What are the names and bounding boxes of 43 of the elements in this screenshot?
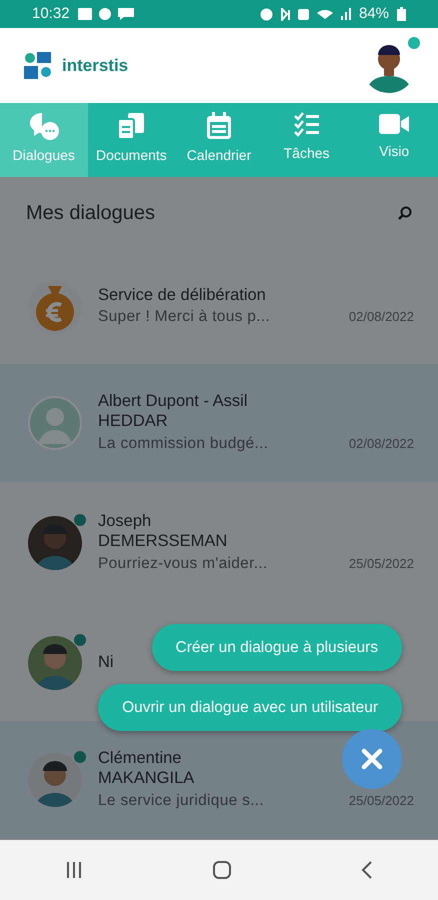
search-icon[interactable] [398, 206, 412, 220]
dialogue-row[interactable]: Joseph DEMERSSEMAN Pourriez-vous m'aider... 25/05/2022 [0, 482, 438, 604]
calendar-icon [204, 111, 233, 141]
battery-icon [397, 7, 406, 21]
last-message: Le service juridique s... [98, 791, 264, 811]
contact-name: Albert Dupont - Assil HEDDAR [98, 390, 248, 432]
documents-icon [116, 111, 146, 141]
close-icon [361, 748, 383, 770]
contact-avatar [28, 396, 82, 450]
section-title: Mes dialogues [26, 201, 155, 226]
message-date: 02/08/2022 [348, 308, 414, 326]
popup-menu[interactable]: Ouvrir un dialogue avec un utilisateur [98, 684, 402, 731]
highlighted-dialogue-row[interactable]: Albert Dupont - Assil HEDDAR La commission budgé... 02/08/2022 [0, 364, 438, 482]
wifi-icon [316, 10, 333, 18]
message-date: 25/05/2022 [348, 792, 414, 810]
notification-icons [78, 7, 136, 21]
checklist-icon [292, 111, 321, 139]
contact-name: Service de délibération [98, 284, 267, 306]
last-message: La commission budgé... [98, 434, 268, 454]
contact-name: Ni [98, 652, 115, 673]
logo-icon [24, 52, 54, 80]
chat-icon [28, 111, 60, 141]
last-message: Pourriez-vous m'aider... [98, 554, 268, 574]
home-icon[interactable] [212, 860, 232, 880]
contact-name: Joseph DEMERSSEMAN [98, 510, 228, 552]
message-date: 25/05/2022 [348, 554, 414, 573]
battery-level: 84% [358, 4, 389, 24]
nav-tab[interactable]: Documents [88, 103, 176, 177]
last-message: Super ! Merci à tous p... [98, 307, 270, 328]
back-icon[interactable] [361, 861, 374, 879]
nav-tab[interactable]: Tâches [262, 103, 350, 177]
message-date: 02/08/2022 [348, 434, 414, 453]
nav-tab[interactable]: Dialogues [0, 103, 88, 177]
popup-menu[interactable]: Créer un dialogue à plusieurs [152, 624, 402, 671]
nav-tab[interactable]: Visio [350, 103, 438, 177]
recent-apps-icon[interactable] [64, 861, 83, 879]
signal-icon [340, 8, 351, 20]
nav-tab[interactable]: Calendrier [175, 103, 263, 177]
status-time: 10:32 [32, 4, 70, 24]
dialogue-row[interactable]: Service de délibération Super ! Merci à tous p... 02/08/2022 [0, 249, 438, 364]
contact-name: Clémentine MAKANGILA [98, 748, 196, 789]
app-logo: interstis [62, 54, 128, 77]
video-camera-icon [378, 111, 410, 137]
